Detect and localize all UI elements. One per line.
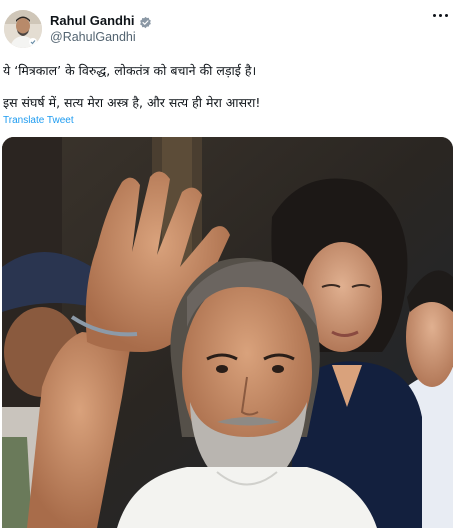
more-options-icon[interactable] (433, 14, 448, 17)
tweet-card: Rahul Gandhi @RahulGandhi ये ‘मित्रकाल’ … (0, 0, 458, 528)
avatar[interactable] (4, 10, 42, 48)
translate-tweet-link[interactable]: Translate Tweet (3, 115, 74, 126)
author-name-row: Rahul Gandhi (50, 13, 152, 29)
verified-badge-icon (139, 14, 152, 29)
more-dot (433, 14, 436, 17)
author-display-name[interactable]: Rahul Gandhi (50, 13, 135, 28)
tweet-text-line-1: ये ‘मित्रकाल’ के विरुद्ध, लोकतंत्र को बच… (3, 63, 257, 78)
author-handle[interactable]: @RahulGandhi (50, 30, 136, 44)
tweet-text-line-2: इस संघर्ष में, सत्य मेरा अस्त्र है, और स… (3, 95, 261, 110)
more-dot (445, 14, 448, 17)
more-dot (439, 14, 442, 17)
tweet-photo[interactable] (2, 137, 453, 528)
